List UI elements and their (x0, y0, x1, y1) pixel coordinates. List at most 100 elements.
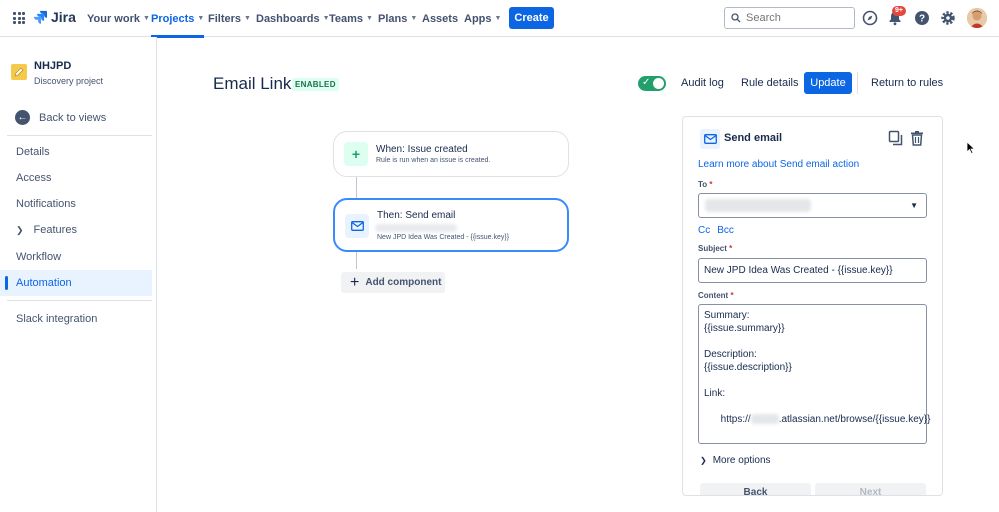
sidebar-item-slack-integration[interactable]: Slack integration (0, 306, 152, 332)
rule-enabled-toggle[interactable]: ✓ (638, 76, 666, 91)
rule-details-button[interactable]: Rule details (741, 77, 798, 89)
redacted-domain (750, 414, 779, 425)
sidebar-item-label: Workflow (16, 251, 62, 263)
sidebar-item-workflow[interactable]: Workflow (0, 244, 152, 270)
nav-label: Teams (329, 12, 364, 25)
nav-assets[interactable]: Assets (422, 0, 458, 37)
add-component-button[interactable]: + Add component (341, 272, 445, 293)
compass-icon[interactable] (861, 9, 879, 27)
avatar[interactable] (967, 8, 987, 28)
back-to-views-link[interactable]: ← Back to views (15, 110, 106, 125)
content-line: {{issue.summary}} (704, 323, 785, 334)
more-options-label: More options (712, 455, 771, 466)
nav-projects[interactable]: Projects ▼ (151, 0, 205, 38)
nav-apps[interactable]: Apps ▼ (464, 0, 501, 37)
return-to-rules-button[interactable]: Return to rules (871, 77, 943, 89)
subject-label: Subject * (698, 244, 732, 253)
create-button[interactable]: Create (509, 7, 554, 29)
subject-input[interactable]: New JPD Idea Was Created - {{issue.key}} (698, 258, 927, 283)
plus-icon: + (344, 142, 368, 166)
cc-bcc-links: Cc Bcc (698, 225, 734, 236)
nav-your-work[interactable]: Your work ▼ (87, 0, 150, 37)
chevron-down-icon: ▼ (197, 15, 205, 22)
content-line: {{issue.description}} (704, 362, 792, 373)
link-suffix: .atlassian.net/browse/{{issue.key}} (778, 414, 931, 425)
trash-icon[interactable] (909, 130, 925, 146)
action-card[interactable]: Then: Send email New JPD Idea Was Create… (333, 198, 569, 252)
search-box[interactable] (724, 7, 855, 29)
copy-icon[interactable] (888, 130, 904, 146)
chevron-down-icon: ▼ (142, 15, 150, 22)
divider (857, 72, 858, 94)
sidebar-item-label: Details (16, 146, 50, 158)
back-button[interactable]: Back (700, 483, 811, 495)
trigger-card[interactable]: + When: Issue created Rule is run when a… (333, 131, 569, 177)
chevron-right-icon: ❯ (700, 456, 707, 465)
sidebar-item-label: Notifications (16, 198, 76, 210)
project-name: NHJPD (34, 60, 72, 72)
learn-more-link[interactable]: Learn more about Send email action (698, 159, 859, 170)
search-input[interactable] (746, 12, 846, 24)
chevron-down-icon: ▼ (366, 15, 373, 22)
redacted-recipient (705, 199, 811, 212)
more-options-toggle[interactable]: ❯ More options (700, 455, 771, 466)
nav-label: Your work (87, 12, 140, 25)
nav-label: Apps (464, 12, 492, 25)
to-select[interactable]: ▼ (698, 193, 927, 218)
pencil-icon (14, 67, 24, 77)
required-marker: * (729, 244, 733, 253)
add-component-label: Add component (365, 277, 442, 288)
nav-filters[interactable]: Filters ▼ (208, 0, 251, 37)
status-badge: ENABLED (292, 78, 339, 91)
sidebar-item-automation[interactable]: Automation (0, 270, 152, 296)
link-prefix: https:// (720, 414, 751, 425)
sidebar-item-notifications[interactable]: Notifications (0, 191, 152, 217)
svg-text:?: ? (919, 14, 925, 25)
divider (7, 300, 152, 301)
sidebar-item-details[interactable]: Details (0, 139, 152, 165)
update-button[interactable]: Update (804, 72, 852, 94)
sidebar-item-access[interactable]: Access (0, 165, 152, 191)
content-line: Link: (704, 388, 726, 399)
required-marker: * (730, 291, 734, 300)
nav-dashboards[interactable]: Dashboards ▼ (256, 0, 330, 37)
send-email-panel: Send email Learn more about Send email a… (682, 116, 943, 496)
project-icon (11, 64, 27, 80)
redacted-recipient (375, 224, 457, 232)
audit-log-button[interactable]: Audit log (681, 77, 724, 89)
cc-link[interactable]: Cc (698, 225, 710, 236)
sidebar-item-features[interactable]: ❯ Features (0, 217, 152, 243)
mail-icon (700, 129, 720, 149)
nav-label: Dashboards (256, 12, 320, 25)
settings-icon[interactable] (939, 9, 957, 27)
plus-icon: + (350, 273, 360, 291)
nav-plans[interactable]: Plans ▼ (378, 0, 417, 37)
mouse-cursor-icon (966, 141, 976, 155)
jira-logo[interactable]: Jira (33, 9, 76, 25)
required-marker: * (709, 180, 713, 189)
next-button[interactable]: Next (815, 483, 926, 495)
to-label: To * (698, 180, 713, 189)
back-to-views-label: Back to views (39, 111, 107, 124)
content-line: Description: (704, 349, 757, 360)
content-line (704, 335, 921, 348)
help-icon[interactable]: ? (913, 9, 931, 27)
arrow-left-icon: ← (15, 110, 30, 125)
sidebar-item-label: Features (33, 224, 77, 236)
nav-label: Assets (422, 12, 459, 25)
nav-teams[interactable]: Teams ▼ (329, 0, 373, 37)
rule-title: Email Link (213, 74, 292, 93)
chevron-down-icon: ▼ (494, 15, 502, 22)
trigger-subtitle: Rule is run when an issue is created. (376, 157, 491, 164)
chevron-right-icon[interactable]: ❯ (16, 225, 24, 236)
app-switcher-icon[interactable] (13, 12, 25, 24)
sidebar-item-label: Access (16, 172, 52, 184)
content-label-text: Content (698, 291, 729, 300)
chevron-down-icon: ▼ (244, 15, 251, 22)
chevron-down-icon: ▼ (410, 15, 418, 22)
divider (7, 135, 152, 136)
bcc-link[interactable]: Bcc (717, 225, 734, 236)
content-textarea[interactable]: Summary: {{issue.summary}} Description: … (698, 304, 930, 444)
sidebar-item-label: Slack integration (16, 313, 98, 325)
action-subtitle: New JPD Idea Was Created - {{issue.key}} (377, 234, 510, 241)
